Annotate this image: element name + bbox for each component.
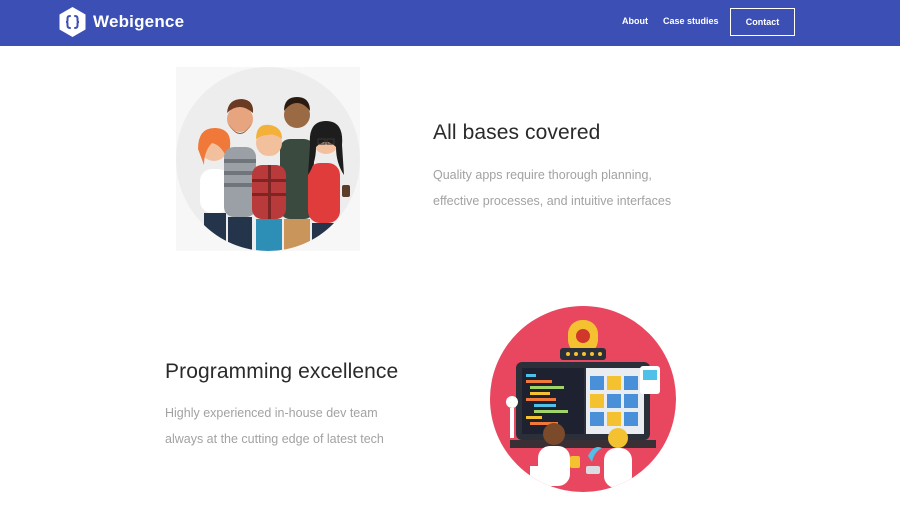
developers-at-monitor-illustration <box>490 306 676 492</box>
feature-description-programming-excellence: Highly experienced in-house dev team alw… <box>165 400 384 452</box>
nav-link-about[interactable]: About <box>622 16 648 26</box>
feature-title-programming-excellence: Programming excellence <box>165 360 399 383</box>
description-line: always at the cutting edge of latest tec… <box>165 432 384 446</box>
description-line: Quality apps require thorough planning, <box>433 168 652 182</box>
team-people-illustration <box>176 67 360 251</box>
description-line: Highly experienced in-house dev team <box>165 406 378 420</box>
top-navbar: Webigence About Case studies Contact <box>0 0 900 46</box>
feature-title-bases-covered: All bases covered <box>433 121 601 144</box>
brand-name: Webigence <box>93 12 185 31</box>
feature-description-bases-covered: Quality apps require thorough planning, … <box>433 162 671 214</box>
hexagon-braces-icon <box>59 7 86 37</box>
nav-link-case-studies[interactable]: Case studies <box>663 16 719 26</box>
description-line: effective processes, and intuitive inter… <box>433 194 672 208</box>
contact-button[interactable]: Contact <box>730 8 795 36</box>
brand[interactable]: Webigence <box>58 6 184 38</box>
